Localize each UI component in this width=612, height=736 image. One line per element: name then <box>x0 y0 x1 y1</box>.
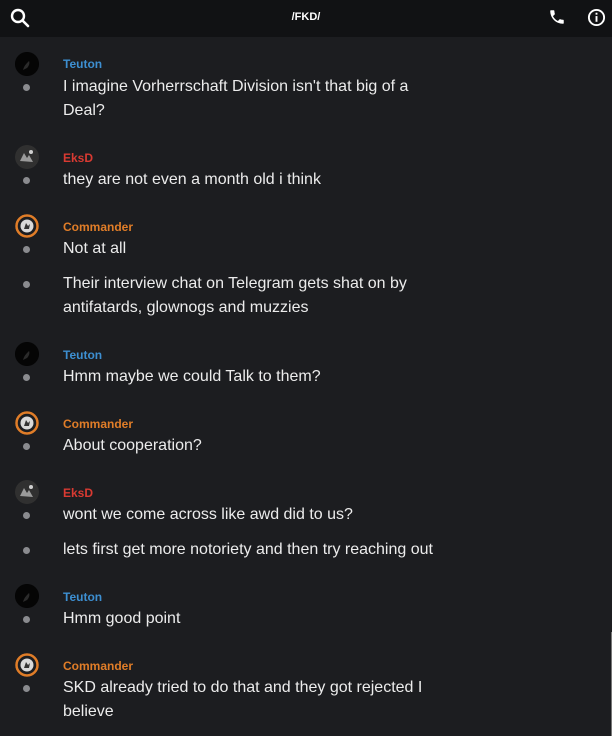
username[interactable]: Teuton <box>63 590 102 604</box>
message-dot <box>23 685 30 692</box>
info-icon[interactable] <box>587 8 606 27</box>
username[interactable]: Commander <box>63 659 133 673</box>
message-text: lets first get more notoriety and then t… <box>63 541 433 558</box>
teuton-avatar[interactable] <box>15 342 39 366</box>
username[interactable]: EksD <box>63 486 93 500</box>
message-text: Their interview chat on Telegram gets sh… <box>63 275 407 316</box>
top-bar: /FKD/ <box>0 0 612 37</box>
message-text: About cooperation? <box>63 437 202 454</box>
commander-avatar[interactable] <box>15 214 39 238</box>
message-text: Hmm maybe we could Talk to them? <box>63 368 321 385</box>
message-dot <box>23 616 30 623</box>
message-text: wont we come across like awd did to us? <box>63 506 353 523</box>
message-dot <box>23 512 30 519</box>
conversation-title[interactable]: /FKD/ <box>0 11 612 23</box>
message-dot <box>23 84 30 91</box>
message-text: I imagine Vorherrschaft Division isn't t… <box>63 78 409 119</box>
username[interactable]: Commander <box>63 220 133 234</box>
teuton-avatar[interactable] <box>15 584 39 608</box>
commander-avatar[interactable] <box>15 653 39 677</box>
message-text: Hmm good point <box>63 610 181 627</box>
commander-avatar[interactable] <box>15 411 39 435</box>
message-text: Not at all <box>63 240 127 257</box>
message-dot <box>23 246 30 253</box>
eksd-avatar[interactable] <box>15 480 39 504</box>
username[interactable]: Commander <box>63 417 133 431</box>
message-dot <box>23 281 30 288</box>
teuton-avatar[interactable] <box>15 52 39 76</box>
message-dot <box>23 547 30 554</box>
message-dot <box>23 374 30 381</box>
message-text: SKD already tried to do that and they go… <box>63 679 423 720</box>
message-dot <box>23 177 30 184</box>
phone-icon[interactable] <box>548 8 566 26</box>
username[interactable]: Teuton <box>63 57 102 71</box>
username[interactable]: EksD <box>63 151 93 165</box>
username[interactable]: Teuton <box>63 348 102 362</box>
message-dot <box>23 443 30 450</box>
eksd-avatar[interactable] <box>15 145 39 169</box>
message-text: they are not even a month old i think <box>63 171 321 188</box>
